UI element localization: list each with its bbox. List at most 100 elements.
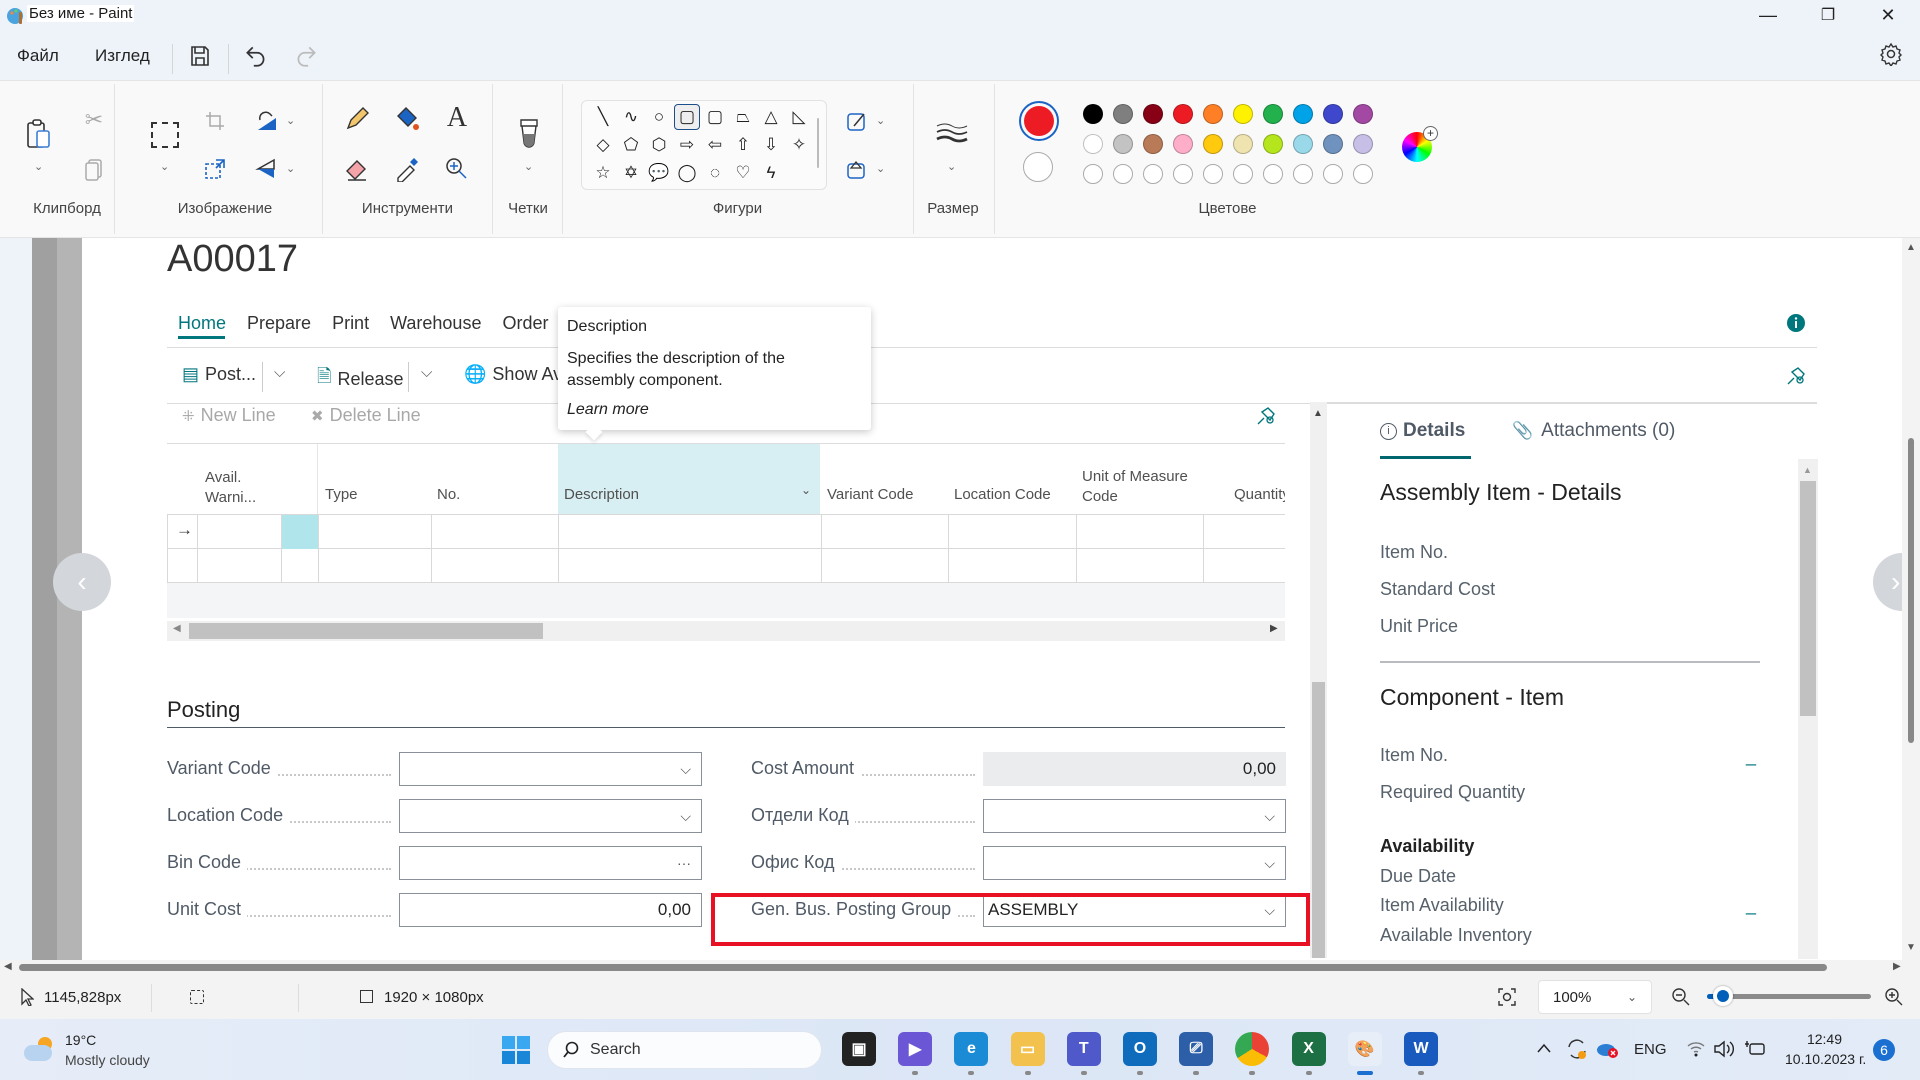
color-swatch[interactable]	[1323, 134, 1343, 154]
color-swatch[interactable]	[1113, 104, 1133, 124]
bin-code-field[interactable]: ···	[399, 846, 702, 880]
scrollbar-thumb[interactable]	[189, 623, 543, 639]
factbox-scrollbar[interactable]: ▲	[1798, 459, 1818, 959]
col-description[interactable]: Description	[564, 486, 639, 503]
custom-color-slot[interactable]	[1353, 164, 1373, 184]
chevron-down-icon[interactable]: ⌵	[1264, 855, 1275, 872]
custom-color-slot[interactable]	[1143, 164, 1163, 184]
shape-tool[interactable]: ⇩	[758, 132, 784, 158]
cut-icon[interactable]: ✂	[78, 106, 110, 134]
fb-component-item-no-value[interactable]: _	[1746, 746, 1756, 767]
brushes-dropdown-icon[interactable]: ⌄	[524, 160, 533, 173]
tab-print[interactable]: Print	[332, 313, 369, 334]
start-button[interactable]	[502, 1036, 530, 1064]
zoom-slider[interactable]	[1707, 986, 1871, 1006]
fill-bucket-icon[interactable]	[394, 106, 420, 132]
info-icon[interactable]	[1786, 313, 1806, 333]
notification-badge[interactable]: 6	[1873, 1039, 1895, 1061]
scroll-up-icon[interactable]: ▲	[1313, 408, 1323, 419]
shape-tool[interactable]: ♡	[730, 160, 756, 186]
show-hidden-icons-chevron-up-icon[interactable]	[1536, 1042, 1552, 1054]
tab-prepare[interactable]: Prepare	[247, 313, 311, 334]
learn-more-link[interactable]: Learn more	[567, 401, 649, 419]
color-picker-icon[interactable]	[394, 156, 420, 182]
color-swatch[interactable]	[1083, 134, 1103, 154]
taskbar-search[interactable]: Search	[547, 1031, 822, 1069]
taskbar-app-task-view[interactable]: ▣	[842, 1032, 876, 1066]
custom-color-slot[interactable]	[1083, 164, 1103, 184]
scroll-right-icon[interactable]: ▶	[1270, 623, 1278, 634]
col-uom-code[interactable]: Unit of Measure Code	[1082, 467, 1192, 507]
magnifier-icon[interactable]	[444, 156, 468, 180]
shape-tool[interactable]: ⏢	[730, 104, 756, 130]
color-swatch[interactable]	[1173, 104, 1193, 124]
maximize-button[interactable]: ❐	[1800, 0, 1856, 30]
color-swatch[interactable]	[1263, 134, 1283, 154]
color-swatch[interactable]	[1323, 104, 1343, 124]
custom-color-slot[interactable]	[1173, 164, 1193, 184]
main-vertical-scrollbar[interactable]: ▲	[1310, 402, 1327, 958]
taskbar-app-word[interactable]: W	[1404, 1032, 1438, 1066]
flip-dropdown-icon[interactable]: ⌄	[286, 162, 295, 175]
tab-warehouse[interactable]: Warehouse	[390, 313, 481, 334]
factbox-tab-attachments[interactable]: 📎 Attachments (0)	[1512, 420, 1675, 442]
shape-tool[interactable]: ▢	[702, 104, 728, 130]
color-swatch[interactable]	[1143, 104, 1163, 124]
scroll-right-icon[interactable]: ▶	[1893, 961, 1901, 972]
rotate-dropdown-icon[interactable]: ⌄	[286, 114, 295, 127]
chevron-down-icon[interactable]: ⌵	[680, 808, 691, 825]
shapes-scrollbar[interactable]	[817, 118, 819, 168]
crop-icon[interactable]	[204, 110, 226, 132]
pencil-icon[interactable]	[344, 106, 370, 132]
lookup-ellipsis-icon[interactable]: ···	[677, 855, 691, 871]
chevron-down-icon[interactable]: ⌵	[680, 761, 691, 778]
shape-tool[interactable]: ϟ	[758, 160, 784, 186]
zoom-select[interactable]: 100% ⌄	[1538, 980, 1652, 1014]
scroll-up-icon[interactable]: ▲	[1906, 242, 1916, 253]
paste-icon[interactable]	[25, 118, 53, 150]
color-swatch[interactable]	[1203, 104, 1223, 124]
redo-icon[interactable]	[293, 43, 319, 69]
rotate-icon[interactable]	[254, 110, 280, 132]
color-swatch[interactable]	[1173, 134, 1193, 154]
tab-home[interactable]: Home	[178, 313, 226, 334]
size-dropdown-icon[interactable]: ⌄	[947, 160, 956, 173]
paint-vertical-scrollbar[interactable]: ▲ ▼	[1902, 238, 1920, 960]
fit-to-window-icon[interactable]	[1497, 987, 1517, 1007]
color-swatch[interactable]	[1233, 134, 1253, 154]
shape-tool[interactable]: ⬠	[618, 132, 644, 158]
factbox-tab-details[interactable]: i Details	[1380, 420, 1465, 442]
paint-horizontal-scrollbar[interactable]: ◀ ▶	[0, 960, 1920, 975]
taskbar-app-teams[interactable]: T	[1066, 1032, 1101, 1066]
resize-icon[interactable]	[204, 158, 226, 180]
scrollbar-thumb[interactable]	[1312, 682, 1325, 958]
taskbar-app-file-explorer[interactable]: ▭	[1010, 1032, 1045, 1066]
menu-file[interactable]: Файл	[17, 46, 59, 66]
shape-tool[interactable]: 💬	[646, 160, 672, 186]
menu-view[interactable]: Изглед	[95, 46, 150, 66]
color-swatch[interactable]	[1293, 104, 1313, 124]
color-swatch[interactable]	[1113, 134, 1133, 154]
release-dropdown-icon[interactable]: ⌵	[421, 364, 432, 381]
col-location-code[interactable]: Location Code	[954, 486, 1051, 503]
post-dropdown-icon[interactable]: ⌵	[274, 364, 285, 381]
color-swatch[interactable]	[1353, 104, 1373, 124]
tab-order[interactable]: Order	[502, 313, 548, 334]
col-type[interactable]: Type	[325, 486, 358, 503]
taskbar-app-clipchamp[interactable]: ▶	[898, 1032, 933, 1066]
custom-color-slot[interactable]	[1323, 164, 1343, 184]
scroll-down-icon[interactable]: ▼	[1906, 942, 1916, 953]
release-action[interactable]: 🗎 Release	[317, 364, 404, 394]
save-icon[interactable]	[188, 44, 212, 68]
shape-tool[interactable]: ◺	[786, 104, 812, 130]
edit-colors-button[interactable]: +	[1402, 126, 1438, 162]
secondary-color-button[interactable]	[1023, 152, 1053, 182]
clock-date[interactable]: 10.10.2023 г.	[1785, 1051, 1866, 1067]
brush-icon[interactable]	[518, 118, 540, 150]
fill-icon[interactable]	[846, 158, 868, 180]
офис-код-field[interactable]: ⌵	[983, 846, 1286, 880]
shape-tool[interactable]: ⇧	[730, 132, 756, 158]
color-swatch[interactable]	[1263, 104, 1283, 124]
scroll-left-icon[interactable]: ◀	[173, 623, 181, 634]
shape-tool[interactable]: ⇨	[674, 132, 700, 158]
